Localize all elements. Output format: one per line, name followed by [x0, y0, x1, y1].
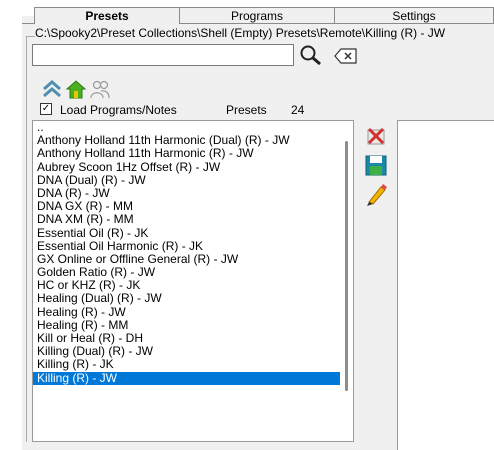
- list-item[interactable]: Killing (R) - JW: [33, 371, 353, 385]
- preset-path: C:\Spooky2\Preset Collections\Shell (Emp…: [35, 26, 446, 40]
- list-item[interactable]: Essential Oil (R) - JK: [33, 226, 353, 240]
- up-folder-button[interactable]: [40, 78, 64, 100]
- list-scrollbar[interactable]: [340, 121, 353, 441]
- search-button[interactable]: [296, 43, 326, 67]
- save-preset-icon: [365, 155, 387, 176]
- preset-listbox[interactable]: .. Anthony Holland 11th Harmonic (Dual) (…: [32, 120, 354, 442]
- tab-programs[interactable]: Programs: [178, 7, 336, 24]
- group-border: [26, 36, 35, 37]
- double-up-arrow-icon: [43, 80, 61, 98]
- list-item[interactable]: Healing (R) - JW: [33, 305, 353, 319]
- clear-text-icon: [334, 48, 357, 64]
- edit-preset-icon: [367, 184, 387, 206]
- magnifier-icon: [300, 45, 321, 66]
- list-item[interactable]: DNA XM (R) - MM: [33, 213, 353, 226]
- list-item[interactable]: Killing (R) - JK: [33, 358, 353, 371]
- clear-search-button[interactable]: [332, 45, 360, 67]
- tab-presets[interactable]: Presets: [34, 7, 180, 24]
- save-preset-button[interactable]: [362, 152, 390, 178]
- users-icon: [90, 80, 110, 99]
- scrollbar-thumb[interactable]: [345, 141, 348, 391]
- home-icon: [65, 80, 87, 99]
- tab-settings[interactable]: Settings: [334, 7, 494, 24]
- list-item[interactable]: DNA (Dual) (R) - JW: [33, 173, 353, 187]
- load-programs-label: Load Programs/Notes: [60, 103, 177, 117]
- delete-preset-button[interactable]: [362, 123, 390, 149]
- search-input[interactable]: [32, 44, 294, 66]
- list-item[interactable]: Aubrey Scoon 1Hz Offset (R) - JW: [33, 160, 353, 174]
- presets-count-value: 24: [291, 103, 305, 117]
- list-item[interactable]: Anthony Holland 11th Harmonic (R) - JW: [33, 147, 353, 160]
- users-button[interactable]: [88, 78, 112, 100]
- delete-preset-icon: [367, 127, 385, 145]
- home-button[interactable]: [64, 78, 88, 100]
- load-programs-checkbox[interactable]: ✓: [40, 103, 52, 115]
- edit-preset-button[interactable]: [362, 181, 390, 207]
- spooky2-window: Presets Programs Settings C:\Spooky2\Pre…: [0, 0, 494, 450]
- list-item[interactable]: Essential Oil Harmonic (R) - JK: [33, 239, 353, 253]
- group-border-left: [26, 36, 27, 442]
- list-item[interactable]: Healing (Dual) (R) - JW: [33, 292, 353, 305]
- presets-count-label: Presets: [226, 103, 267, 117]
- preset-details-panel: [397, 120, 494, 450]
